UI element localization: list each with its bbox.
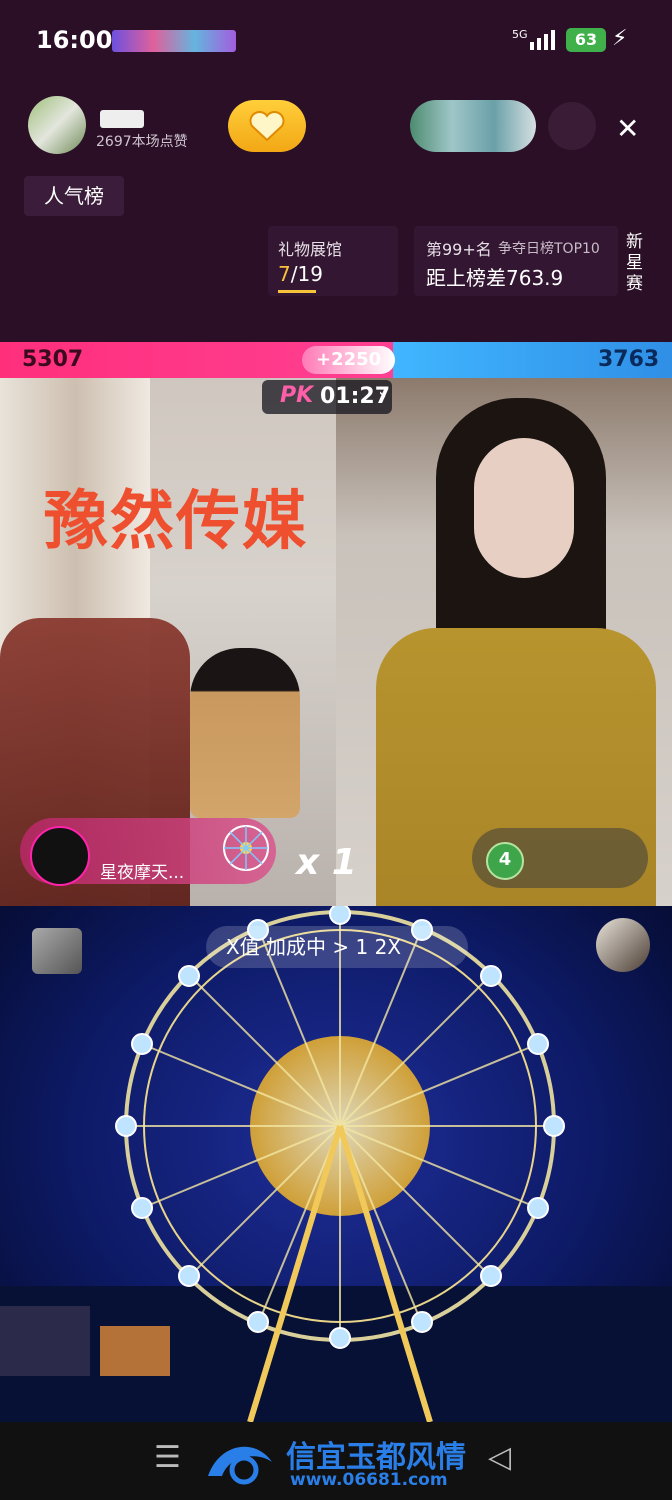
bonus-notice-banner[interactable]: X值 加成中 > 1 2X <box>206 926 468 968</box>
close-icon[interactable]: ✕ <box>616 112 639 145</box>
gift-combo-count: x 1 <box>296 842 357 883</box>
gift-gallery-underline <box>278 290 316 293</box>
right-streamer-video[interactable] <box>336 378 672 906</box>
charging-bolt-icon: ⚡ <box>612 26 628 51</box>
popularity-rank-button[interactable]: 人气榜 <box>24 176 124 216</box>
battery-indicator: 63 <box>566 28 606 52</box>
gift-gallery-total: /19 <box>290 262 323 286</box>
chevron-right-icon[interactable]: › <box>378 384 387 409</box>
site-watermark-url: www.06681.com <box>290 1470 448 1490</box>
agency-watermark: 豫然传媒 <box>44 485 308 559</box>
heart-badge-icon <box>249 111 285 142</box>
gift-gallery-card[interactable]: 礼物展馆 7/19 <box>268 226 398 296</box>
right-streamer-face <box>474 438 574 578</box>
menu-icon[interactable]: ☰ <box>154 1440 181 1475</box>
ferris-wheel-illustration <box>0 906 672 1422</box>
blurred-right-avatar[interactable] <box>596 918 650 972</box>
gift-gallery-progress: 7/19 <box>278 262 323 286</box>
gift-sender-avatar <box>30 826 90 886</box>
new-star-contest-label[interactable]: 新星赛 <box>626 232 648 295</box>
signal-icon <box>528 28 558 50</box>
blurred-left-avatar[interactable] <box>32 928 82 974</box>
likes-count: 2697本场点赞 <box>96 134 188 150</box>
blurred-notification-icons <box>112 30 236 52</box>
back-triangle-icon[interactable]: ◁ <box>488 1440 511 1475</box>
blurred-host-name <box>100 110 144 128</box>
audience-count-circle[interactable] <box>548 102 596 150</box>
gift-gallery-current: 7 <box>278 262 291 286</box>
pk-left-score: 5307 <box>22 347 84 372</box>
host-avatar[interactable] <box>28 96 86 154</box>
pk-right-score: 3763 <box>598 347 660 372</box>
user-level-badge: 4 <box>486 842 524 880</box>
daily-rank-position: 第99+名 <box>426 240 492 259</box>
pk-bonus-badge: +2250 <box>302 346 396 374</box>
fan-club-button[interactable] <box>228 100 306 152</box>
ferris-wheel-effect <box>0 906 672 1422</box>
left-streamer-figure <box>190 648 300 818</box>
ferris-wheel-gift-icon <box>220 822 272 874</box>
gift-gallery-title: 礼物展馆 <box>278 240 343 259</box>
daily-rank-contest: 争夺日榜TOP10 <box>498 241 600 257</box>
pk-logo: PK <box>280 383 314 408</box>
daily-rank-gap: 距上榜差763.9 <box>426 266 564 290</box>
status-time: 16:00 <box>36 26 113 54</box>
audience-avatars[interactable] <box>410 100 536 152</box>
daily-rank-card[interactable]: 第99+名 争夺日榜TOP10 距上榜差763.9 <box>414 226 618 296</box>
site-logo-icon <box>200 1432 280 1492</box>
gift-name: 星夜摩天... <box>100 863 185 883</box>
network-label: 5G <box>512 28 528 41</box>
